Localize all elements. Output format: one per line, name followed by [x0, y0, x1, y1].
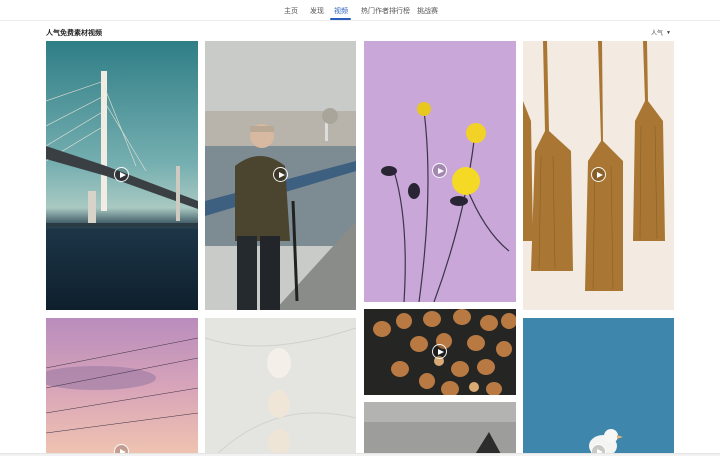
- nav-item-videos[interactable]: 视频: [334, 6, 348, 16]
- video-thumbnail-eggs[interactable]: [205, 318, 356, 456]
- pink-sky-image: [46, 318, 198, 456]
- video-thumbnail-bridge[interactable]: [46, 41, 198, 310]
- nav-item-challenges[interactable]: 挑战赛: [417, 6, 438, 16]
- chevron-down-icon: ▼: [666, 30, 671, 36]
- play-icon[interactable]: [432, 344, 447, 359]
- nav-item-top-authors[interactable]: 热门作者排行榜: [361, 6, 410, 16]
- play-icon[interactable]: [273, 167, 288, 182]
- sort-dropdown[interactable]: 人气 ▼: [651, 28, 671, 37]
- eggs-image: [205, 318, 356, 456]
- nav-item-home[interactable]: 主页: [284, 6, 298, 16]
- section-title: 人气免费素材视频: [46, 30, 102, 37]
- bird-image: [523, 318, 674, 456]
- sort-label: 人气: [651, 31, 664, 37]
- play-icon[interactable]: [432, 163, 447, 178]
- play-icon[interactable]: [114, 167, 129, 182]
- video-thumbnail-bird[interactable]: [523, 318, 674, 456]
- video-thumbnail-texture[interactable]: [364, 402, 516, 456]
- top-nav: 主页 发现 视频 热门作者排行榜 挑战赛: [0, 0, 720, 21]
- play-icon[interactable]: [591, 167, 606, 182]
- video-thumbnail-hazelnuts[interactable]: [364, 309, 516, 395]
- video-thumbnail-old-man[interactable]: [205, 41, 356, 310]
- video-thumbnail-flowers[interactable]: [364, 41, 516, 302]
- active-tab-indicator: [330, 18, 351, 20]
- nav-item-discover[interactable]: 发现: [310, 6, 324, 16]
- texture-image: [364, 402, 516, 456]
- video-thumbnail-pink-sky[interactable]: [46, 318, 198, 456]
- video-thumbnail-tassels[interactable]: [523, 41, 674, 310]
